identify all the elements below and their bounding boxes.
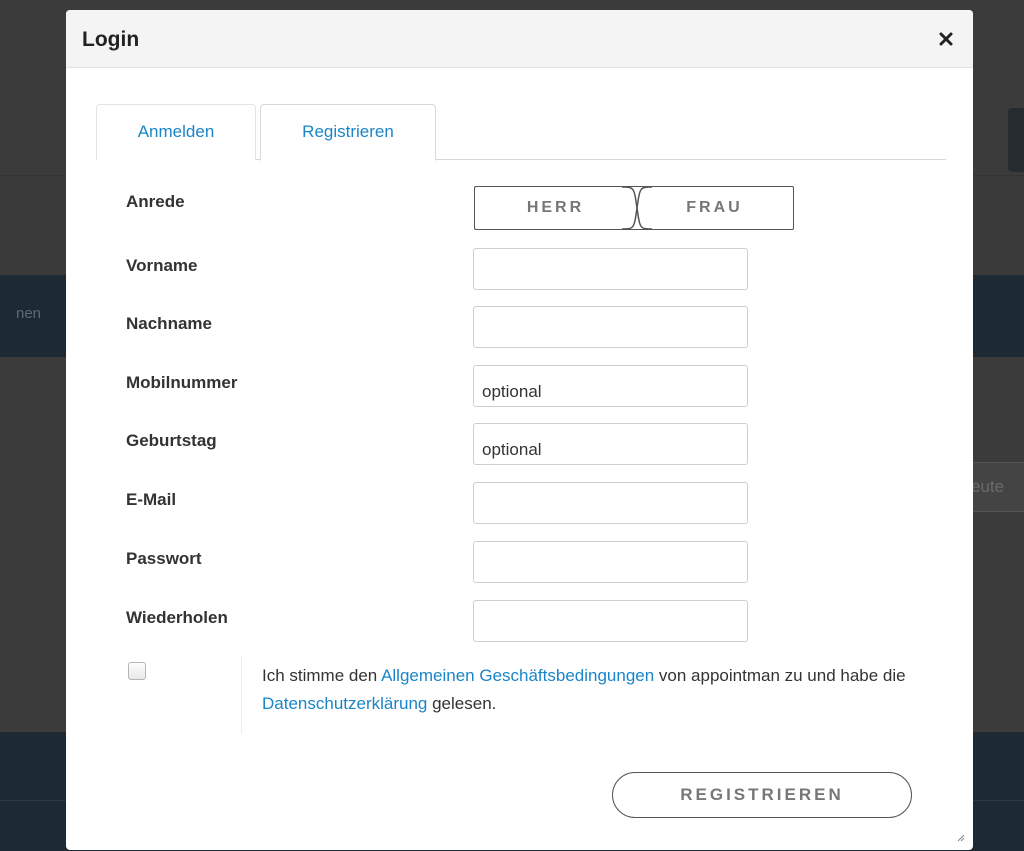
repeat-password-input[interactable] bbox=[473, 600, 748, 642]
background-input-text: eute bbox=[971, 477, 1005, 496]
background-input: eute bbox=[964, 462, 1024, 512]
dialog-title: Login bbox=[82, 28, 140, 51]
tab-bar: Anmelden Registrieren bbox=[96, 104, 946, 161]
consent-text-part-3: gelesen. bbox=[427, 694, 497, 713]
privacy-link[interactable]: Datenschutzerklärung bbox=[262, 694, 427, 713]
email-input[interactable] bbox=[473, 482, 748, 524]
close-button[interactable] bbox=[939, 32, 955, 48]
login-dialog: Login Anmelden Registrieren Anrede HERR … bbox=[66, 10, 973, 850]
resize-grip-icon[interactable] bbox=[957, 834, 965, 842]
password-input[interactable] bbox=[473, 541, 748, 583]
tab-registrieren[interactable]: Registrieren bbox=[260, 104, 436, 161]
consent-text: Ich stimme den Allgemeinen Geschäftsbedi… bbox=[262, 662, 922, 718]
consent-text-part-1: Ich stimme den bbox=[262, 666, 382, 685]
background-nav-text: nen bbox=[16, 305, 42, 322]
salutation-label: Anrede bbox=[126, 192, 185, 211]
birthday-label: Geburtstag bbox=[126, 431, 217, 450]
close-icon bbox=[939, 32, 953, 46]
last-name-label: Nachname bbox=[126, 314, 212, 333]
first-name-label: Vorname bbox=[126, 256, 198, 275]
salutation-frau-button[interactable]: FRAU bbox=[636, 186, 794, 230]
toggle-divider-shape bbox=[622, 186, 652, 230]
background-button bbox=[1008, 108, 1024, 172]
mobile-input[interactable] bbox=[473, 365, 748, 407]
mobile-label: Mobilnummer bbox=[126, 373, 238, 392]
register-button[interactable]: REGISTRIEREN bbox=[612, 772, 912, 818]
consent-divider bbox=[241, 656, 242, 734]
terms-checkbox[interactable] bbox=[128, 662, 146, 680]
birthday-input[interactable] bbox=[473, 423, 748, 465]
tab-anmelden[interactable]: Anmelden bbox=[96, 104, 256, 160]
consent-text-part-2: von appointman zu und habe die bbox=[654, 666, 906, 685]
password-label: Passwort bbox=[126, 549, 202, 568]
salutation-toggle: HERR FRAU bbox=[474, 186, 794, 230]
terms-link[interactable]: Allgemeinen Geschäftsbedingungen bbox=[381, 666, 654, 685]
dialog-header: Login bbox=[66, 10, 973, 68]
first-name-input[interactable] bbox=[473, 248, 748, 290]
salutation-herr-button[interactable]: HERR bbox=[474, 186, 636, 230]
last-name-input[interactable] bbox=[473, 306, 748, 348]
email-label: E-Mail bbox=[126, 490, 177, 509]
repeat-password-label: Wiederholen bbox=[126, 608, 228, 627]
